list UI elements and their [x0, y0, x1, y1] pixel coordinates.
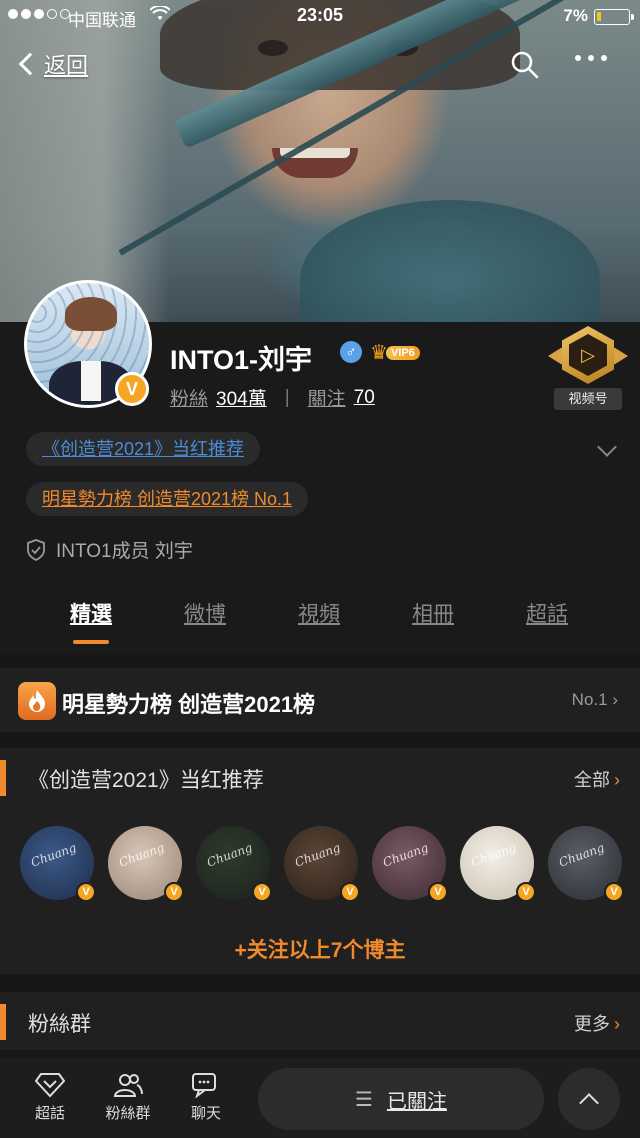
chevron-right-icon: › [614, 1014, 620, 1034]
verified-icon: V [115, 372, 149, 406]
recommend-card: 《创造营2021》当红推荐 全部 › Chuang V Chuang V Chuang V C… [0, 748, 640, 974]
recommend-avatar[interactable]: Chuang V [284, 826, 360, 902]
recommend-tag[interactable]: 《创造营2021》当红推荐 [26, 432, 261, 466]
recommend-avatar[interactable]: Chuang V [20, 826, 96, 902]
video-channel-badge[interactable]: ▷ 视频号 [548, 324, 628, 412]
shield-icon [27, 538, 45, 561]
chaohua-label: 超話 [34, 1105, 65, 1122]
profile-tabs: 精選 微博 視頻 相冊 超話 [0, 598, 640, 652]
scroll-top-button[interactable] [558, 1068, 620, 1130]
fans-count[interactable]: 304萬 [216, 384, 267, 411]
chevron-right-icon: › [614, 770, 620, 790]
view-all-button[interactable]: 全部 › [574, 766, 620, 792]
clock: 23:05 [296, 5, 344, 25]
verified-icon: V [604, 882, 624, 902]
chat-button[interactable]: 聊天 [174, 1072, 238, 1123]
cover-image [0, 0, 640, 322]
rank-link[interactable]: No.1 › [572, 690, 618, 710]
recommend-avatar[interactable]: Chuang V [548, 826, 624, 902]
search-icon[interactable] [510, 50, 540, 80]
male-icon: ♂ [340, 341, 362, 363]
more-icon[interactable] [575, 55, 607, 61]
avatar-script-text: Chuang [117, 840, 167, 870]
menu-icon: ☰ [355, 1088, 373, 1111]
certification: INTO1成员 刘宇 [26, 536, 193, 563]
diamond-icon [35, 1073, 65, 1098]
avatar-script-text: Chuang [29, 840, 79, 870]
more-label: 更多 [574, 1014, 610, 1034]
verified-icon: V [516, 882, 536, 902]
stats-divider: | [284, 386, 290, 408]
certification-text: INTO1成员 刘宇 [56, 541, 193, 562]
chat-label: 聊天 [190, 1105, 221, 1122]
verified-icon: V [428, 882, 448, 902]
followed-label: 已關注 [386, 1090, 447, 1113]
tab-featured[interactable]: 精選 [34, 598, 148, 652]
tab-albums[interactable]: 相冊 [376, 598, 490, 652]
back-button[interactable]: 返回 [16, 48, 88, 80]
people-icon [113, 1074, 143, 1097]
recommend-title: 《创造营2021》当红推荐 [28, 769, 264, 792]
avatar-script-text: Chuang [205, 840, 255, 870]
vip-level: VIP6 [385, 345, 420, 360]
verified-icon: V [252, 882, 272, 902]
avatar-script-text: Chuang [469, 840, 519, 870]
view-all-label: 全部 [574, 770, 610, 790]
tab-videos[interactable]: 視頻 [262, 598, 376, 652]
rank-card[interactable]: 明星勢力榜 创造营2021榜 No.1 › [0, 668, 640, 732]
avatar-script-text: Chuang [557, 840, 607, 870]
following-label[interactable]: 關注 [308, 384, 346, 411]
recommend-avatar[interactable]: Chuang V [460, 826, 536, 902]
back-label: 返回 [44, 53, 89, 78]
avatar-script-text: Chuang [293, 840, 343, 870]
rank-number: No.1 [571, 690, 608, 709]
fans-group-title: 粉絲群 [28, 1013, 91, 1036]
section-accent-bar [0, 1004, 6, 1040]
battery-icon [594, 9, 634, 25]
rank-tag[interactable]: 明星勢力榜 创造营2021榜 No.1 [26, 482, 309, 516]
section-accent-bar [0, 760, 6, 796]
flame-icon [18, 682, 56, 720]
chat-icon [192, 1073, 216, 1098]
tab-supertopic[interactable]: 超話 [490, 598, 604, 652]
status-bar: 中国联通 23:05 7% [0, 0, 640, 34]
verified-icon: V [76, 882, 96, 902]
fans-label[interactable]: 粉絲 [170, 384, 208, 411]
verified-icon: V [164, 882, 184, 902]
following-count[interactable]: 70 [354, 387, 375, 409]
profile-stats: 粉絲 304萬 | 關注 70 [170, 384, 375, 411]
more-button[interactable]: 更多 › [574, 1010, 620, 1036]
recommend-avatar[interactable]: Chuang V [108, 826, 184, 902]
fans-group-card[interactable]: 粉絲群 更多 › [0, 992, 640, 1050]
play-icon: ▷ [569, 334, 607, 376]
followed-button[interactable]: ☰ 已關注 [258, 1068, 544, 1130]
chevron-left-icon [18, 52, 42, 76]
rank-title: 明星勢力榜 创造营2021榜 [62, 692, 316, 717]
recommend-avatar[interactable]: Chuang V [372, 826, 448, 902]
avatar-script-text: Chuang [381, 840, 431, 870]
chevron-right-icon: › [612, 690, 618, 709]
battery-percent: 7% [563, 6, 588, 25]
recommend-avatar[interactable]: Chuang V [196, 826, 272, 902]
chaohua-button[interactable]: 超話 [18, 1072, 82, 1123]
video-channel-label: 视频号 [554, 388, 622, 410]
follow-all-button[interactable]: +关注以上7个博主 [0, 934, 640, 964]
verified-icon: V [340, 882, 360, 902]
chevron-up-icon [579, 1093, 599, 1113]
bottom-bar: 超話 粉絲群 聊天 ☰ 已關注 [0, 1058, 640, 1138]
tab-weibo[interactable]: 微博 [148, 598, 262, 652]
recommend-avatars: Chuang V Chuang V Chuang V Chuang V Chuang V Chuan… [20, 826, 624, 902]
fans-group-label: 粉絲群 [105, 1105, 151, 1122]
fans-group-button[interactable]: 粉絲群 [96, 1072, 160, 1123]
profile-name: INTO1-刘宇 [170, 345, 313, 375]
vip-badge[interactable]: ♛ VIP6 [370, 340, 420, 365]
